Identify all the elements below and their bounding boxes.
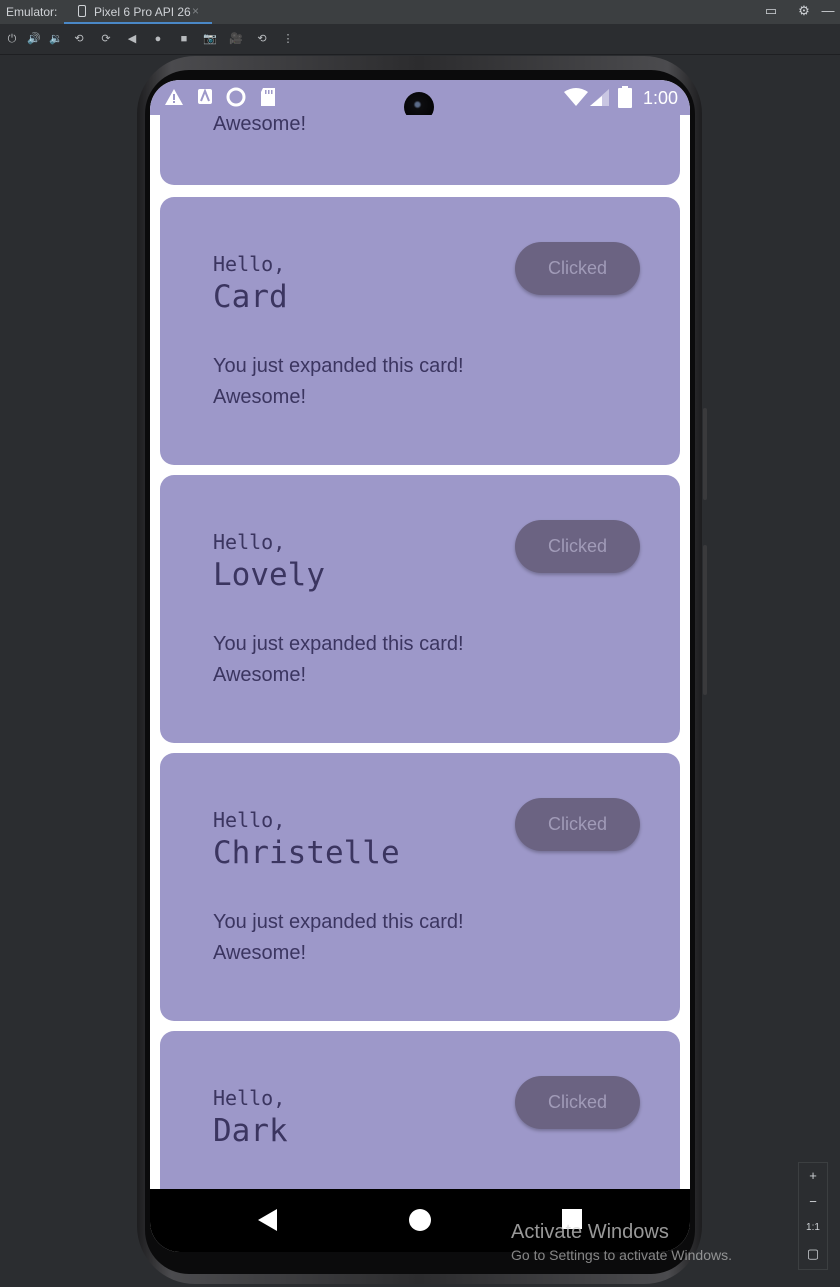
snapshot-icon[interactable]: ⟲ <box>254 31 270 47</box>
device-icon <box>78 5 86 17</box>
card-greeting: Hello, <box>213 808 286 832</box>
card-greeting: Hello, <box>213 1086 286 1110</box>
emulator-title-bar: Emulator: Pixel 6 Pro API 26 × ▭ ⚙ — <box>0 0 840 24</box>
wifi-icon <box>564 88 588 106</box>
activate-windows-subtitle: Go to Settings to activate Windows. <box>511 1247 732 1263</box>
a-icon <box>198 88 212 104</box>
emulator-label: Emulator: <box>6 5 58 19</box>
battery-icon <box>618 86 632 108</box>
card-body: You just expanded this card! Awesome! <box>213 629 464 691</box>
clicked-button[interactable]: Clicked <box>515 520 640 573</box>
device-screen: 1:00 Awesome! Hello, Card Clicked You ju… <box>150 80 690 1252</box>
activate-windows-title: Activate Windows <box>511 1221 669 1243</box>
overview-icon[interactable]: ■ <box>176 31 192 47</box>
card-body-line2: Awesome! <box>213 942 307 964</box>
clicked-button[interactable]: Clicked <box>515 242 640 295</box>
card-card: Hello, Card Clicked You just expanded th… <box>160 197 680 465</box>
clicked-button[interactable]: Clicked <box>515 1076 640 1129</box>
card-name: Dark <box>213 1113 288 1149</box>
card-body-line1: You just expanded this card! <box>213 911 464 933</box>
window-icon[interactable]: ▭ <box>763 3 779 19</box>
clicked-button[interactable]: Clicked <box>515 798 640 851</box>
warning-icon <box>165 89 183 105</box>
circle-icon <box>226 87 246 107</box>
card-body: You just expanded this card! Awesome! <box>213 907 464 969</box>
settings-icon[interactable]: ⚙ <box>796 3 812 19</box>
zoom-actual-size-button[interactable]: 1:1 <box>799 1215 827 1241</box>
card-body-line1: You just expanded this card! <box>213 633 464 655</box>
home-icon[interactable]: ● <box>150 31 166 47</box>
screen-record-icon[interactable]: 🎥 <box>228 31 244 47</box>
card-christelle: Hello, Christelle Clicked You just expan… <box>160 753 680 1021</box>
card-body-line1: You just expanded this card! <box>213 355 464 377</box>
clock: 1:00 <box>642 88 678 108</box>
card-partial: Awesome! <box>160 115 680 185</box>
rotate-right-icon[interactable]: ⟳ <box>98 31 114 47</box>
device-tab-label: Pixel 6 Pro API 26 <box>94 5 191 19</box>
back-icon[interactable] <box>258 1209 277 1231</box>
emulator-toolbar: ⏻ 🔊 🔉 ⟲ ⟳ ◀ ● ■ 📷 🎥 ⟲ ⋮ <box>0 24 840 55</box>
card-greeting: Hello, <box>213 252 286 276</box>
card-greeting: Hello, <box>213 530 286 554</box>
card-body-line2: Awesome! <box>213 664 307 686</box>
volume-down-icon[interactable]: 🔉 <box>48 31 64 47</box>
card-lovely: Hello, Lovely Clicked You just expanded … <box>160 475 680 743</box>
zoom-out-button[interactable]: − <box>799 1189 827 1215</box>
zoom-in-button[interactable]: + <box>799 1163 827 1189</box>
card-name: Christelle <box>213 835 400 871</box>
status-bar: 1:00 <box>150 80 690 122</box>
back-icon[interactable]: ◀ <box>124 31 140 47</box>
volume-up-icon[interactable]: 🔊 <box>26 31 42 47</box>
signal-icon <box>590 89 609 106</box>
home-icon[interactable] <box>409 1209 431 1231</box>
minimize-icon[interactable]: — <box>820 3 836 19</box>
power-rocker <box>703 545 707 695</box>
more-icon[interactable]: ⋮ <box>280 31 296 47</box>
zoom-controls: + − 1:1 ▢ <box>798 1162 828 1270</box>
screenshot-icon[interactable]: 📷 <box>202 31 218 47</box>
card-body-line2: Awesome! <box>213 386 307 408</box>
card-name: Card <box>213 279 288 315</box>
card-name: Lovely <box>213 557 325 593</box>
tab-close-icon[interactable]: × <box>192 4 199 18</box>
zoom-fit-button[interactable]: ▢ <box>799 1241 827 1267</box>
card-body: You just expanded this card! Awesome! <box>213 351 464 413</box>
power-icon[interactable]: ⏻ <box>4 31 20 47</box>
sd-card-icon <box>261 88 275 106</box>
device-tab[interactable]: Pixel 6 Pro API 26 × <box>64 0 212 24</box>
card-body-partial: Awesome! <box>213 115 307 135</box>
rotate-left-icon[interactable]: ⟲ <box>71 31 87 47</box>
volume-rocker <box>703 408 707 500</box>
card-dark: Hello, Dark Clicked <box>160 1031 680 1189</box>
card-list[interactable]: Awesome! Hello, Card Clicked You just ex… <box>150 115 690 1189</box>
